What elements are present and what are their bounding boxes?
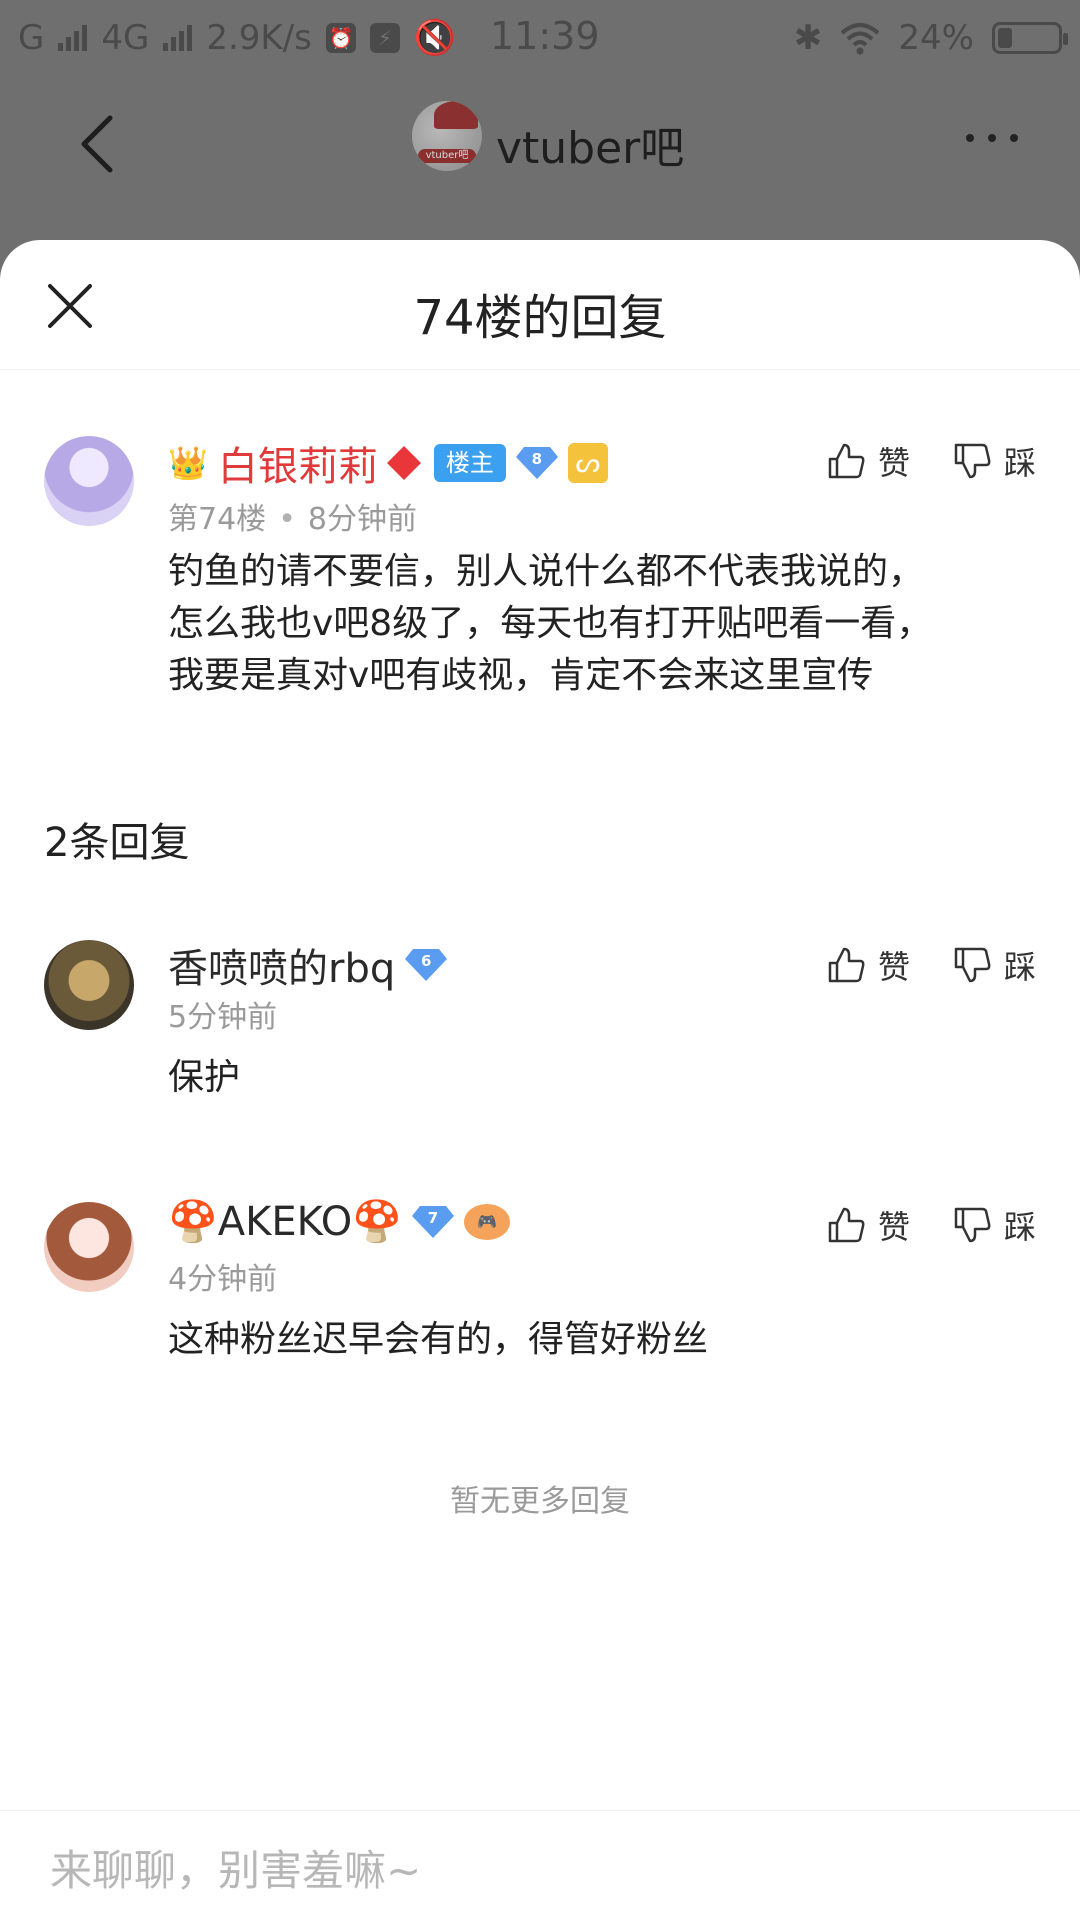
more-options-icon[interactable] [966,134,1018,142]
mute-icon: 🔇 [413,18,457,58]
content-line: 怎么我也v吧8级了，每天也有打开贴吧看一看， [168,603,933,644]
bluetooth-icon: ✱ [793,18,823,58]
level-number: 8 [531,450,543,468]
like-button[interactable]: 赞 [826,438,910,484]
thumbs-up-icon [828,947,865,983]
author-row: 香喷喷的rbq 6 [168,936,448,994]
content-line: 钓鱼的请不要信，别人说什么都不代表我说的， [168,551,925,592]
power-saving-icon: ⚡ [369,23,400,53]
forum-avatar[interactable]: vtuber吧 [412,101,482,171]
wifi-icon [841,23,880,55]
author-row: 👑 白银莉莉 楼主 8 ᔕ [168,434,608,492]
dislike-label: 踩 [1003,948,1036,986]
thumbs-down-icon [954,1207,991,1243]
thumbs-up-icon [828,1207,865,1243]
reply-sheet: 74楼的回复 👑 白银莉莉 楼主 8 ᔕ 赞 踩 第74楼 • 8分钟前 钓鱼的… [0,240,1080,1920]
content-line: 我要是真对v吧有歧视，肯定不会来这里宣传 [168,655,874,696]
forum-name[interactable]: vtuber吧 [496,112,684,176]
clock: 11:39 [490,14,600,58]
reply-actions: 赞 踩 [826,942,1036,988]
level-badge: 8 [515,445,558,481]
special-badge-icon: ᔕ [567,443,608,483]
sheet-title: 74楼的回复 [413,290,667,346]
level-badge: 6 [405,947,448,983]
signal-label-2: 4G [101,18,150,58]
sheet-header: 74楼的回复 [0,240,1080,370]
author-name[interactable]: 白银莉莉 [218,434,378,492]
op-actions: 赞 踩 [826,438,1036,484]
battery-icon [992,22,1068,54]
back-icon[interactable] [70,112,134,176]
replies-count: 2条回复 [44,820,190,866]
red-diamond-icon [386,446,421,480]
level-number: 7 [427,1208,439,1227]
floor-number: 第74楼 [168,502,267,537]
like-label: 赞 [877,444,910,482]
status-bar: G 4G 2.9K/s ⏰ ⚡ 🔇 11:39 ✱ 24% [0,0,1080,76]
thumbs-down-icon [954,443,991,479]
like-button[interactable]: 赞 [826,1202,910,1248]
avatar[interactable] [44,1202,134,1292]
author-row: 🍄AKEKO🍄 7 🎮 [168,1198,511,1245]
reply-content: 保护 [168,1057,241,1098]
top-nav: vtuber吧 vtuber吧 [0,76,1080,240]
op-meta: 第74楼 • 8分钟前 [168,494,417,538]
op-badge: 楼主 [433,444,506,482]
no-more-replies: 暂无更多回复 [450,1484,630,1519]
santa-hat-icon [434,101,478,129]
reply-input-placeholder[interactable]: 来聊聊，别害羞嘛~ [50,1837,421,1898]
game-badge-icon: 🎮 [464,1203,511,1240]
like-label: 赞 [877,948,910,986]
author-name[interactable]: 🍄AKEKO🍄 [168,1198,402,1245]
forum-avatar-tag: vtuber吧 [418,149,476,163]
signal-bars-icon [58,25,88,51]
reply-content: 这种粉丝迟早会有的，得管好粉丝 [168,1319,709,1360]
signal-bars-icon [163,25,193,51]
alarm-off-icon: ⏰ [325,23,356,53]
post-time: 8分钟前 [307,502,417,537]
author-name[interactable]: 香喷喷的rbq [168,936,395,994]
dislike-button[interactable]: 踩 [952,942,1036,988]
reply-time: 4分钟前 [168,1262,278,1297]
avatar[interactable] [44,436,134,526]
like-button[interactable]: 赞 [826,942,910,988]
network-speed: 2.9K/s [206,18,312,58]
battery-percent: 24% [898,18,974,58]
level-badge: 7 [412,1204,455,1240]
thumbs-up-icon [828,443,865,479]
dislike-button[interactable]: 踩 [952,1202,1036,1248]
dislike-button[interactable]: 踩 [952,438,1036,484]
op-content: 钓鱼的请不要信，别人说什么都不代表我说的， 怎么我也v吧8级了，每天也有打开贴吧… [168,546,1040,702]
level-number: 6 [421,952,432,970]
reply-time: 5分钟前 [168,1000,278,1035]
dislike-label: 踩 [1003,444,1036,482]
reply-input-bar[interactable]: 来聊聊，别害羞嘛~ [0,1810,1080,1920]
crown-icon: 👑 [168,444,208,482]
battery-fill [998,28,1012,48]
like-label: 赞 [877,1208,910,1246]
reply-actions: 赞 踩 [826,1202,1036,1248]
thumbs-down-icon [954,947,991,983]
avatar[interactable] [44,940,134,1030]
dislike-label: 踩 [1003,1208,1036,1246]
signal-label-1: G [18,18,45,58]
separator-dot: • [278,502,296,537]
